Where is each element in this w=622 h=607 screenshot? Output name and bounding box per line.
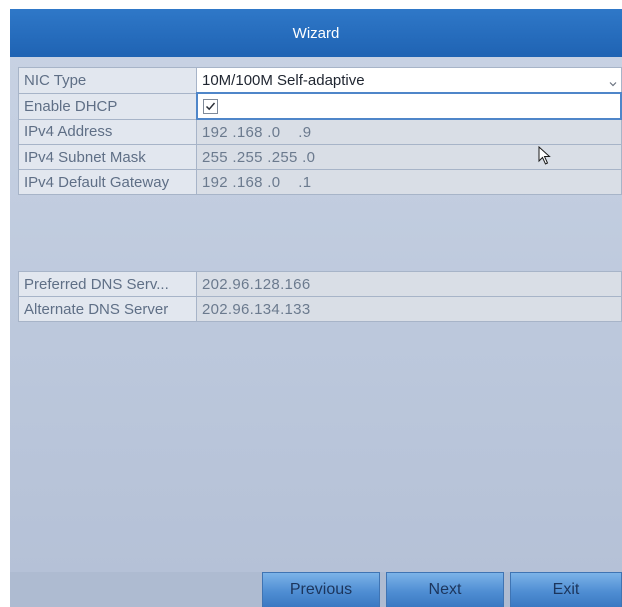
ipv4-address-field[interactable]: 192 .168 .0 .9 (196, 118, 622, 145)
nic-type-row: NIC Type 10M/100M Self-adaptive (18, 67, 622, 94)
previous-button[interactable]: Previous (262, 572, 380, 607)
window-title: Wizard (10, 9, 622, 57)
dns-settings-table: Preferred DNS Serv... 202.96.128.166 Alt… (18, 271, 622, 322)
nic-type-select[interactable]: 10M/100M Self-adaptive (196, 67, 622, 94)
next-button[interactable]: Next (386, 572, 504, 607)
checkmark-icon (205, 102, 215, 111)
alternate-dns-field[interactable]: 202.96.134.133 (196, 296, 622, 322)
enable-dhcp-cell[interactable] (195, 92, 622, 120)
ipv4-gateway-row: IPv4 Default Gateway 192 .168 .0 .1 (18, 169, 622, 195)
mouse-pointer-icon (538, 145, 552, 171)
exit-button[interactable]: Exit (510, 572, 622, 607)
network-settings-table: NIC Type 10M/100M Self-adaptive Enable D… (18, 67, 622, 195)
enable-dhcp-row: Enable DHCP (18, 92, 622, 120)
ipv4-subnet-mask-label: IPv4 Subnet Mask (18, 144, 197, 170)
preferred-dns-row: Preferred DNS Serv... 202.96.128.166 (18, 271, 622, 297)
wizard-footer: Previous Next Exit (10, 572, 622, 607)
ipv4-address-row: IPv4 Address 192 .168 .0 .9 (18, 118, 622, 145)
ipv4-subnet-mask-field[interactable]: 255 .255 .255 .0 (196, 144, 622, 170)
ipv4-address-label: IPv4 Address (18, 118, 197, 145)
ipv4-gateway-field[interactable]: 192 .168 .0 .1 (196, 169, 622, 195)
chevron-down-icon[interactable] (609, 75, 617, 87)
preferred-dns-label: Preferred DNS Serv... (18, 271, 197, 297)
wizard-window: Wizard NIC Type 10M/100M Self-adaptive E… (10, 9, 622, 607)
preferred-dns-field[interactable]: 202.96.128.166 (196, 271, 622, 297)
ipv4-subnet-mask-row: IPv4 Subnet Mask 255 .255 .255 .0 (18, 144, 622, 170)
nic-type-value: 10M/100M Self-adaptive (202, 71, 365, 89)
nic-type-label: NIC Type (18, 67, 197, 94)
ipv4-gateway-label: IPv4 Default Gateway (18, 169, 197, 195)
alternate-dns-label: Alternate DNS Server (18, 296, 197, 322)
enable-dhcp-checkbox[interactable] (202, 99, 218, 114)
alternate-dns-row: Alternate DNS Server 202.96.134.133 (18, 296, 622, 322)
enable-dhcp-label: Enable DHCP (18, 92, 197, 120)
